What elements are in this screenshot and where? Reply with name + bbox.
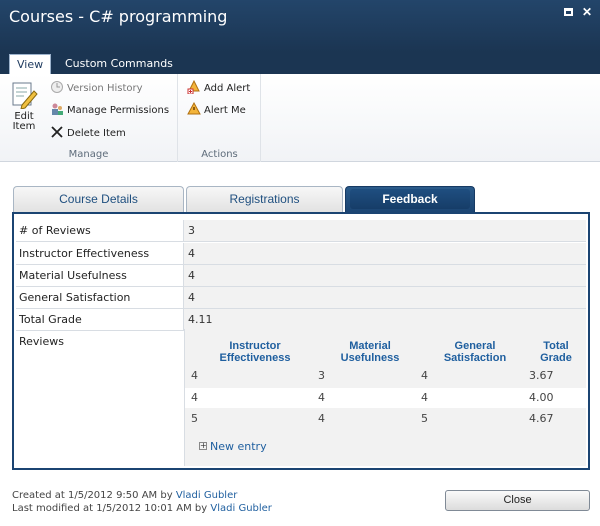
column-header: General Satisfaction (443, 340, 507, 364)
field-label: # of Reviews (19, 220, 184, 241)
field-row: # of Reviews 3 (16, 220, 586, 242)
close-button[interactable]: Close (445, 490, 590, 511)
field-row: Total Grade 4.11 (16, 309, 586, 331)
version-history-button[interactable]: Version History (50, 80, 143, 98)
field-value: 3 (184, 220, 586, 241)
table-row: 5 4 5 4.67 (185, 409, 587, 429)
version-history-label: Version History (67, 83, 143, 94)
reviews-label: Reviews (19, 335, 64, 348)
tab-registrations[interactable]: Registrations (186, 186, 343, 212)
edit-item-button[interactable]: Edit Item (7, 81, 41, 141)
ribbon-tab-strip: View Custom Commands (0, 52, 600, 75)
table-cell: 4 (191, 369, 198, 382)
manage-permissions-button[interactable]: Manage Permissions (50, 102, 169, 120)
column-header: Instructor Effectiveness (219, 340, 291, 364)
delete-item-button[interactable]: Delete Item (50, 125, 126, 143)
delete-item-label: Delete Item (67, 128, 126, 139)
field-value: 4 (184, 265, 586, 286)
add-alert-button[interactable]: Add Alert (187, 79, 251, 98)
edit-item-label: Edit Item (12, 111, 36, 132)
tab-feedback[interactable]: Feedback (345, 186, 475, 213)
table-cell: 3 (318, 369, 325, 382)
field-value: 4.11 (184, 309, 586, 330)
modified-info: Last modified at 1/5/2012 10:01 AM by Vl… (12, 503, 272, 514)
dialog-title: Courses - C# programming (9, 7, 228, 26)
table-cell: 4 (421, 369, 428, 382)
created-text: Created at 1/5/2012 9:50 AM by (12, 490, 173, 501)
new-entry-link[interactable]: + New entry (199, 440, 267, 453)
table-cell: 4.67 (529, 412, 554, 425)
ribbon: Edit Item Version History Manage Permiss… (0, 74, 600, 162)
table-cell: 4 (318, 391, 325, 404)
created-info: Created at 1/5/2012 9:50 AM by Vladi Gub… (12, 490, 237, 501)
add-alert-label: Add Alert (204, 83, 251, 94)
dialog-title-bar: Courses - C# programming ✕ (0, 0, 600, 52)
alert-me-icon (187, 101, 201, 116)
permissions-icon (50, 102, 64, 116)
field-label: Total Grade (19, 309, 184, 330)
table-cell: 5 (421, 412, 428, 425)
add-alert-icon (187, 79, 201, 95)
field-label: Material Usefulness (19, 265, 184, 286)
edit-item-icon (10, 81, 38, 110)
manage-group: Edit Item Version History Manage Permiss… (0, 74, 178, 162)
field-label: General Satisfaction (19, 287, 184, 308)
created-by-link[interactable]: Vladi Gubler (176, 490, 238, 501)
table-cell: 4.00 (529, 391, 554, 404)
actions-group-label: Actions (201, 149, 238, 160)
table-cell: 4 (318, 412, 325, 425)
manage-permissions-label: Manage Permissions (67, 105, 170, 116)
field-label: Instructor Effectiveness (19, 243, 184, 264)
table-cell: 5 (191, 412, 198, 425)
delete-icon (50, 125, 64, 139)
tab-feedback-label: Feedback (382, 192, 438, 206)
reviews-row: Reviews Instructor Effectiveness Materia… (16, 329, 587, 466)
table-row: 4 3 4 3.67 (185, 366, 587, 386)
modified-by-link[interactable]: Vladi Gubler (210, 503, 272, 514)
table-cell: 3.67 (529, 369, 554, 382)
alert-me-button[interactable]: Alert Me (187, 101, 246, 120)
field-row: Instructor Effectiveness 4 (16, 243, 586, 265)
field-row: General Satisfaction 4 (16, 287, 586, 309)
field-value: 4 (184, 287, 586, 308)
table-cell: 4 (421, 391, 428, 404)
table-cell: 4 (191, 391, 198, 404)
field-row: Material Usefulness 4 (16, 265, 586, 287)
tab-custom-commands[interactable]: Custom Commands (58, 54, 180, 75)
tab-course-details[interactable]: Course Details (13, 186, 184, 212)
modified-text: Last modified at 1/5/2012 10:01 AM by (12, 503, 208, 514)
alert-me-label: Alert Me (204, 105, 246, 116)
actions-group: Add Alert Alert Me Actions (179, 74, 261, 162)
column-header: Material Usefulness (340, 340, 400, 364)
new-entry-label: New entry (210, 440, 267, 453)
version-history-icon (50, 80, 64, 94)
feedback-panel: # of Reviews 3 Instructor Effectiveness … (12, 212, 590, 470)
column-header: Total Grade (540, 340, 572, 364)
maximize-icon[interactable] (561, 5, 575, 19)
field-value: 4 (184, 243, 586, 264)
table-row: 4 4 4 4.00 (185, 388, 587, 408)
plus-icon: + (199, 441, 207, 450)
reviews-table: Instructor Effectiveness Material Useful… (184, 329, 587, 466)
close-icon[interactable]: ✕ (580, 5, 594, 19)
manage-group-label: Manage (68, 149, 109, 160)
tab-view[interactable]: View (9, 54, 52, 75)
